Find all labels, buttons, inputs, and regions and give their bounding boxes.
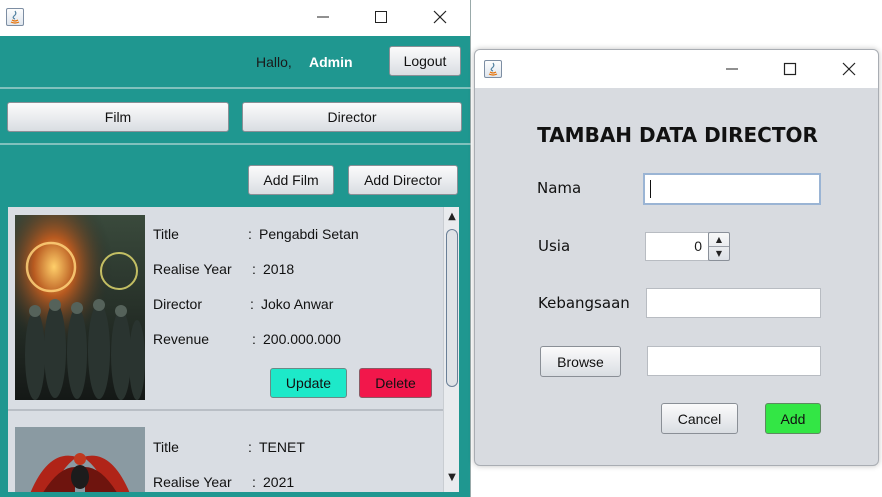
colon-text: : [248, 226, 252, 242]
dialog-heading: TAMBAH DATA DIRECTOR [537, 123, 818, 147]
film-poster-image [15, 215, 145, 400]
nama-input[interactable] [643, 173, 821, 205]
minimize-icon[interactable] [311, 5, 335, 29]
film-year-label: Realise Year [153, 261, 232, 277]
main-window: Hallo, Admin Logout Film Director Add Fi… [0, 0, 471, 497]
film-nav-button[interactable]: Film [7, 102, 229, 132]
scroll-down-arrow-icon[interactable]: ▼ [446, 471, 458, 485]
usia-spinner-buttons[interactable]: ▲ ▼ [708, 232, 730, 261]
film-revenue-value: 200.000.000 [263, 331, 341, 347]
text-caret [650, 180, 651, 198]
spinner-down-icon[interactable]: ▼ [709, 246, 729, 260]
colon-text: : [252, 331, 256, 347]
vertical-scrollbar[interactable]: ▲ ▼ [443, 207, 459, 492]
spinner-up-icon[interactable]: ▲ [709, 233, 729, 246]
main-titlebar [0, 0, 470, 36]
kebangsaan-label: Kebangsaan [538, 294, 630, 312]
header-divider [0, 87, 471, 89]
film-card: Title : Pengabdi Setan Realise Year : 20… [8, 207, 443, 409]
colon-text: : [250, 296, 254, 312]
browse-path-field[interactable] [647, 346, 821, 376]
browse-button[interactable]: Browse [540, 346, 621, 377]
dialog-titlebar [475, 50, 878, 88]
film-title-label: Title [153, 226, 179, 242]
usia-value: 0 [694, 238, 702, 254]
delete-button[interactable]: Delete [359, 368, 432, 398]
minimize-icon[interactable] [720, 57, 744, 81]
colon-text: : [248, 439, 252, 455]
film-director-value: Joko Anwar [261, 296, 334, 312]
add-director-dialog: TAMBAH DATA DIRECTOR Nama Usia 0 ▲ ▼ Keb… [474, 49, 879, 466]
add-director-button[interactable]: Add Director [348, 165, 458, 195]
maximize-icon[interactable] [369, 5, 393, 29]
java-app-icon [6, 8, 24, 26]
greeting-text: Hallo, [256, 54, 292, 70]
colon-text: : [252, 474, 256, 490]
film-list[interactable]: Title : Pengabdi Setan Realise Year : 20… [8, 207, 459, 492]
close-icon[interactable] [428, 5, 452, 29]
nav-divider [0, 143, 471, 145]
film-poster-image [15, 427, 145, 492]
film-director-label: Director [153, 296, 203, 312]
update-button[interactable]: Update [270, 368, 347, 398]
usia-label: Usia [538, 237, 571, 255]
cancel-button[interactable]: Cancel [661, 403, 738, 434]
colon-text: : [252, 261, 256, 277]
film-revenue-label: Revenue [153, 331, 210, 347]
film-year-label: Realise Year [153, 474, 232, 490]
nama-label: Nama [537, 179, 582, 197]
film-title-value: Pengabdi Setan [259, 226, 359, 242]
film-title-label: Title [153, 439, 179, 455]
scrollbar-thumb[interactable] [446, 229, 458, 387]
film-year-value: 2021 [263, 474, 295, 490]
add-button[interactable]: Add [765, 403, 821, 434]
film-year-value: 2018 [263, 261, 295, 277]
scroll-up-arrow-icon[interactable]: ▲ [446, 210, 458, 224]
maximize-icon[interactable] [778, 57, 802, 81]
java-app-icon [484, 60, 502, 78]
logout-button[interactable]: Logout [389, 46, 461, 76]
film-title-value: TENET [259, 439, 305, 455]
add-film-button[interactable]: Add Film [248, 165, 334, 195]
usia-spinner[interactable]: 0 [645, 232, 709, 261]
close-icon[interactable] [837, 57, 861, 81]
film-card: Title : TENET Realise Year : 2021 [8, 411, 443, 492]
username-text: Admin [309, 54, 353, 70]
kebangsaan-input[interactable] [646, 288, 821, 318]
director-nav-button[interactable]: Director [242, 102, 462, 132]
